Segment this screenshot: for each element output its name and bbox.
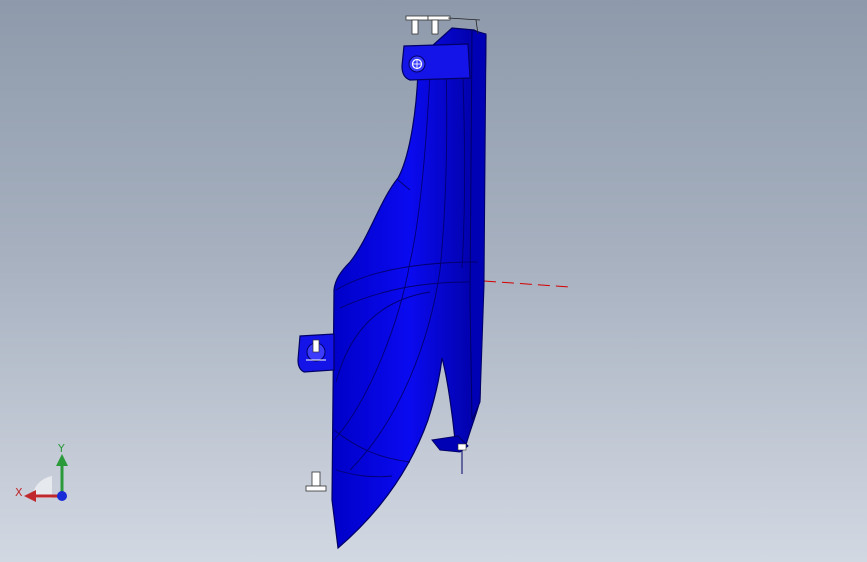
model-view[interactable] [0,0,867,562]
lower-clip [431,435,469,474]
coordinate-triad: X Y [12,440,76,506]
part-body[interactable] [331,27,487,550]
3d-graphics-viewport[interactable]: X Y [0,0,867,562]
top-mounting-tab[interactable] [401,43,471,81]
z-axis-dot [57,491,67,501]
bottom-fastener-screw [305,471,327,492]
side-mounting-tab[interactable] [297,333,335,373]
y-axis-label: Y [58,442,65,455]
datum-line [483,280,571,288]
part-flange [469,29,487,421]
x-axis-label: X [15,486,23,499]
